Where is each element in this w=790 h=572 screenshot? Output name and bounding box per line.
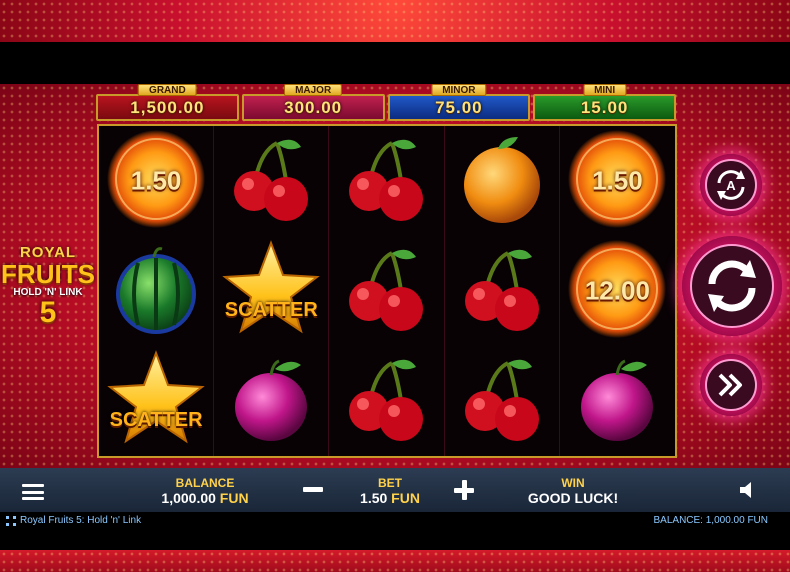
win-display: WIN GOOD LUCK! — [518, 476, 628, 507]
balance-label: BALANCE — [175, 476, 235, 490]
sun-icon: 12.00 — [567, 239, 667, 344]
balance-display: BALANCE 1,000.00 FUN — [150, 476, 260, 507]
jackpot-major: 300.00 MAJOR — [241, 84, 385, 122]
balance-value: 1,000.00 — [161, 490, 216, 506]
plum-icon — [221, 349, 321, 454]
scatter-icon: SCATTER — [221, 239, 321, 344]
reel-cell — [99, 236, 215, 346]
bottom-decor-band — [0, 550, 790, 572]
win-label: WIN — [561, 476, 585, 490]
cherry-icon — [452, 239, 552, 344]
cherry-icon — [336, 239, 436, 344]
jackpot-minor-label: MINOR — [431, 84, 487, 96]
reel-cell: SCATTER — [99, 346, 215, 456]
status-bar: Royal Fruits 5: Hold 'n' Link BALANCE: 1… — [0, 512, 790, 550]
bet-currency: FUN — [391, 490, 420, 506]
sun-icon: 1.50 — [567, 129, 667, 234]
bet-display: BET 1.50 FUN — [350, 476, 430, 507]
cherry-icon — [452, 349, 552, 454]
scatter-label: SCATTER — [224, 299, 318, 322]
jackpot-major-value: 300.00 — [241, 94, 385, 121]
scatter-label: SCATTER — [109, 409, 203, 432]
reel-cell — [445, 346, 560, 456]
sun-value: 1.50 — [592, 165, 643, 196]
jackpot-grand-value: 1,500.00 — [96, 94, 239, 121]
jackpot-minor: 75.00 MINOR — [387, 84, 531, 122]
reel-cell — [214, 346, 330, 456]
balance-currency: FUN — [219, 490, 249, 506]
spin-icon — [708, 260, 756, 312]
jackpot-mini-label: MINI — [583, 84, 627, 96]
reel-grid: 1.50 1.50 SCATTER 12.00 SCATTER — [97, 124, 677, 458]
reel-cell — [445, 126, 560, 236]
reel-cell — [560, 346, 675, 456]
autoplay-icon: A — [717, 170, 745, 200]
reel-cell: 1.50 — [560, 126, 675, 236]
speaker-icon[interactable] — [738, 480, 758, 500]
reel-cell: 12.00 — [560, 236, 675, 346]
reel-cell — [329, 126, 445, 236]
top-black-strip — [0, 42, 790, 84]
bet-increase-button[interactable] — [454, 480, 474, 500]
bet-value: 1.50 — [360, 490, 388, 506]
spin-button[interactable] — [682, 236, 782, 336]
jackpot-mini: 15.00 MINI — [533, 84, 676, 122]
jackpot-mini-value: 15.00 — [533, 94, 676, 121]
reel-cell — [329, 346, 445, 456]
reel-cell — [445, 236, 560, 346]
sun-value: 12.00 — [584, 275, 650, 306]
menu-icon[interactable] — [22, 484, 44, 500]
reel-cell — [329, 236, 445, 346]
reel-cell — [214, 126, 330, 236]
scatter-icon: SCATTER — [106, 349, 206, 454]
watermelon-icon — [106, 239, 206, 344]
jackpot-panel: 1,500.00 GRAND 300.00 MAJOR 75.00 MINOR … — [96, 84, 676, 122]
game-logo: ROYAL FRUITS HOLD 'N' LINK 5 — [0, 244, 96, 334]
bet-decrease-button[interactable] — [303, 487, 323, 492]
autoplay-letter: A — [726, 178, 736, 193]
fullscreen-icon[interactable] — [6, 515, 16, 526]
orange-icon — [452, 129, 552, 234]
sun-icon: 1.50 — [106, 129, 206, 234]
cherry-icon — [336, 349, 436, 454]
bet-label: BET — [378, 476, 402, 490]
fast-forward-icon — [718, 373, 742, 397]
jackpot-minor-value: 75.00 — [387, 94, 531, 121]
top-decor-band — [0, 0, 790, 42]
cherry-icon — [336, 129, 436, 234]
game-title: Royal Fruits 5: Hold 'n' Link — [20, 515, 142, 526]
turbo-button[interactable] — [700, 354, 762, 416]
jackpot-grand-label: GRAND — [138, 84, 197, 96]
reel-cell: SCATTER — [214, 236, 330, 346]
logo-fruits: FRUITS — [1, 259, 95, 289]
plum-icon — [567, 349, 667, 454]
jackpot-major-label: MAJOR — [284, 84, 343, 96]
autoplay-button[interactable]: A — [700, 154, 762, 216]
sun-value: 1.50 — [130, 165, 182, 196]
reel-cell: 1.50 — [99, 126, 215, 236]
logo-number: 5 — [39, 296, 57, 329]
win-value: GOOD LUCK! — [527, 490, 619, 506]
bottom-control-bar: BALANCE 1,000.00 FUN BET 1.50 FUN WIN GO… — [0, 468, 790, 512]
status-balance: BALANCE: 1,000.00 FUN — [653, 515, 769, 526]
jackpot-grand: 1,500.00 GRAND — [96, 84, 239, 122]
cherry-icon — [221, 129, 321, 234]
